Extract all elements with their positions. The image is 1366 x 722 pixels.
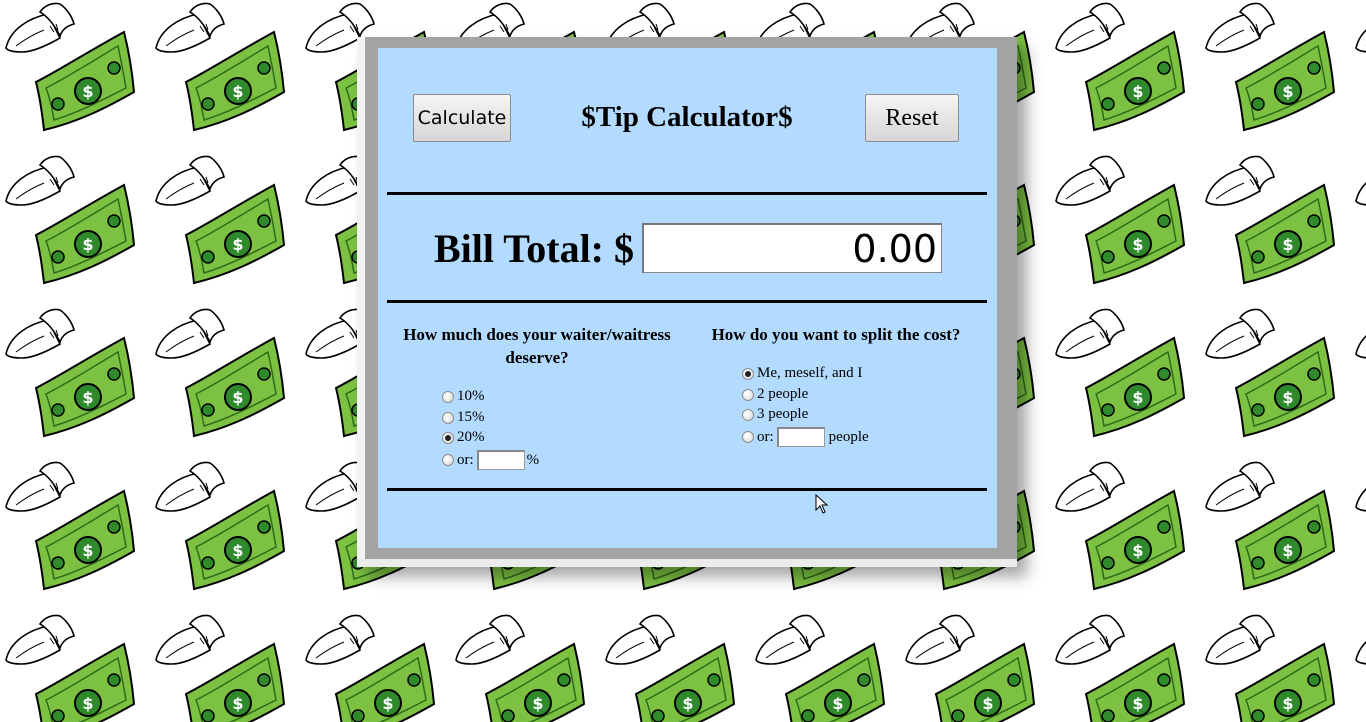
split-radio-me[interactable]	[742, 367, 754, 380]
tip-radio-15[interactable]	[442, 411, 454, 424]
tip-radio-custom[interactable]	[442, 454, 454, 466]
split-option-label: 3 people	[757, 406, 809, 422]
tip-custom-suffix: %	[526, 451, 540, 468]
split-radio-3[interactable]	[742, 408, 754, 421]
tip-question-heading: How much does your waiter/waitress deser…	[403, 325, 671, 367]
bottom-divider	[387, 488, 987, 491]
split-option-2[interactable]: 2 people	[742, 386, 808, 403]
split-option-custom[interactable]: or: people	[742, 427, 869, 447]
bill-total-input[interactable]	[642, 223, 942, 273]
split-question-heading: How do you want to split the cost?	[711, 325, 961, 344]
tip-custom-label: or:	[457, 451, 474, 468]
tip-custom-input[interactable]	[476, 450, 525, 470]
tip-option-10[interactable]: 10%	[442, 388, 485, 405]
tip-option-15[interactable]: 15%	[442, 409, 485, 426]
split-option-label: Me, meself, and I	[757, 365, 863, 381]
calculator-panel: Calculate $Tip Calculator$ Reset Bill To…	[378, 48, 997, 548]
split-radio-custom[interactable]	[742, 431, 754, 443]
top-divider	[387, 192, 987, 195]
bill-total-label: Bill Total: $	[433, 226, 634, 271]
tip-option-label: 15%	[457, 409, 485, 425]
tip-radio-10[interactable]	[442, 390, 454, 403]
split-custom-suffix: people	[828, 428, 869, 445]
tip-radio-20[interactable]	[442, 431, 454, 444]
split-custom-input[interactable]	[776, 427, 825, 447]
split-option-3[interactable]: 3 people	[742, 406, 808, 423]
calculate-button[interactable]: Calculate	[413, 94, 511, 142]
reset-button[interactable]: Reset	[865, 94, 959, 142]
tip-option-20[interactable]: 20%	[442, 429, 485, 446]
tip-option-label: 20%	[457, 429, 485, 445]
tip-option-custom[interactable]: or: %	[442, 450, 539, 470]
middle-divider	[387, 300, 987, 303]
page-title: $Tip Calculator$	[581, 101, 793, 133]
split-custom-label: or:	[757, 428, 774, 445]
split-option-me[interactable]: Me, meself, and I	[742, 365, 862, 382]
split-radio-2[interactable]	[742, 388, 754, 401]
tip-option-label: 10%	[457, 388, 485, 404]
mouse-pointer-icon	[815, 494, 829, 514]
split-option-label: 2 people	[757, 386, 809, 402]
